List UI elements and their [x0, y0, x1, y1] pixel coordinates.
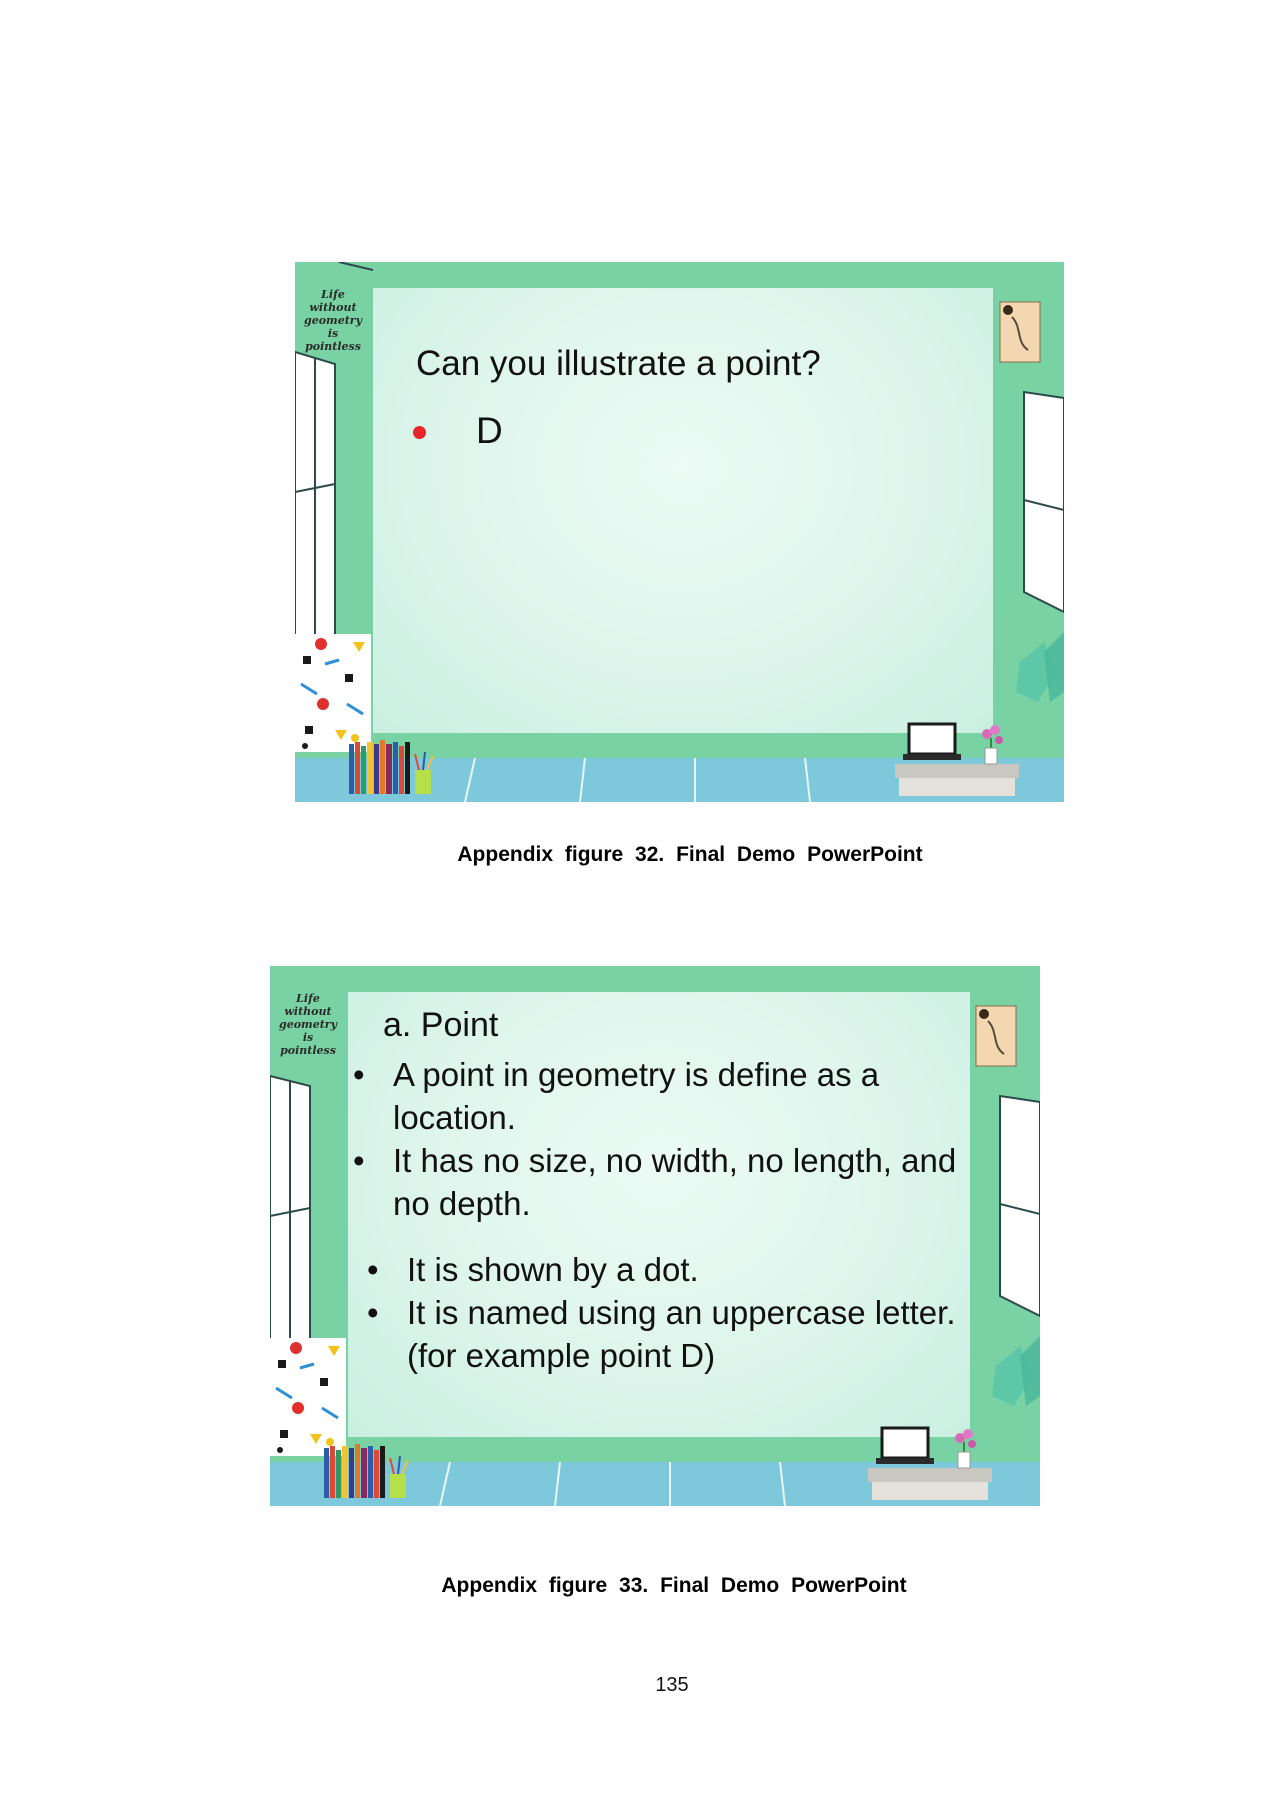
- poster-line: without: [309, 301, 357, 314]
- laptop-desk-icon: [895, 718, 1019, 798]
- page-number: 135: [655, 1674, 689, 1696]
- bullet-text: It has no size, no width, no length, and…: [393, 1142, 957, 1222]
- poster-line: is: [327, 327, 339, 340]
- poster-line: Life: [321, 288, 345, 301]
- poster-line: geometry: [304, 314, 362, 327]
- bookshelf-icon: [347, 736, 437, 798]
- slide-figure-33: Life without geometry is pointless a. Po…: [270, 966, 1040, 1506]
- bullet-item: • A point in geometry is define as a loc…: [353, 1053, 993, 1139]
- bullet-item: • It is shown by a dot.: [367, 1248, 987, 1291]
- bullet-mark: •: [353, 1056, 365, 1093]
- figure-caption: Appendix figure 33. Final Demo PowerPoin…: [441, 1574, 907, 1597]
- bullet-text: It is shown by a dot.: [407, 1251, 699, 1288]
- bullet-list: • A point in geometry is define as a loc…: [270, 966, 1040, 1506]
- point-label: D: [476, 410, 503, 451]
- bullet-item: • It has no size, no width, no length, a…: [353, 1139, 993, 1225]
- geometric-shapes-panel: [295, 634, 371, 752]
- slide-title: Can you illustrate a point?: [416, 344, 821, 383]
- bullet-mark: •: [353, 1142, 365, 1179]
- bullet-mark: •: [367, 1294, 379, 1331]
- bullet-mark: •: [367, 1251, 379, 1288]
- figure-caption: Appendix figure 32. Final Demo PowerPoin…: [457, 843, 923, 866]
- geometry-poster: Life without geometry is pointless: [295, 288, 371, 353]
- point-dot: [413, 426, 426, 439]
- bullet-text: A point in geometry is define as a locat…: [393, 1056, 880, 1136]
- bullet-text: It is named using an uppercase letter. (…: [407, 1294, 956, 1374]
- slide-figure-32: Life without geometry is pointless Can y…: [295, 262, 1064, 802]
- bullet-item: • It is named using an uppercase letter.…: [367, 1291, 987, 1377]
- poster-line: pointless: [305, 340, 361, 353]
